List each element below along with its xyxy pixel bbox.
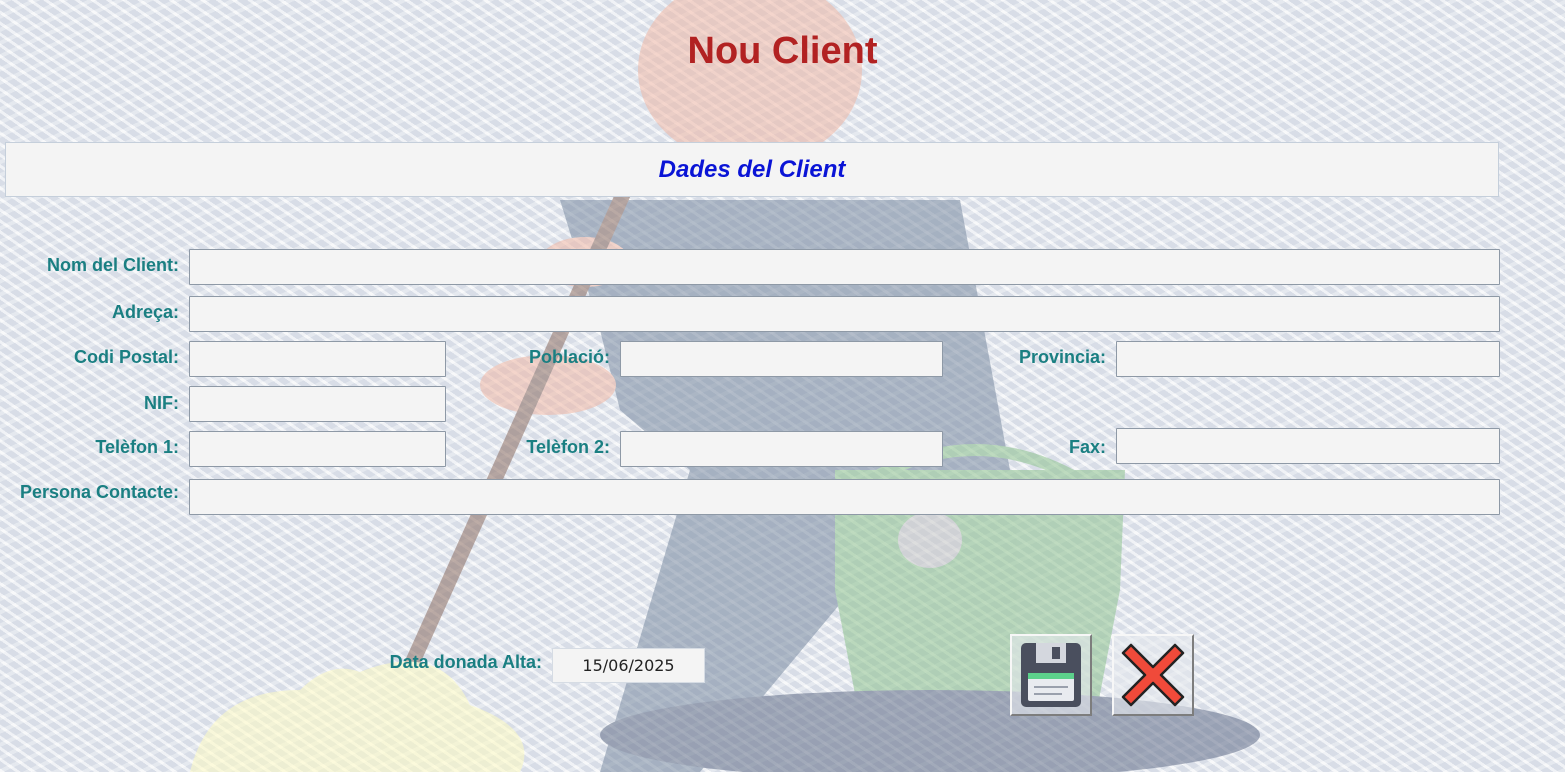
nif-input[interactable] — [189, 386, 446, 422]
label-data-alta: Data donada Alta: — [389, 652, 542, 672]
data-alta-value: 15/06/2025 — [582, 656, 675, 675]
label-provincia: Provincia: — [1018, 347, 1106, 367]
persona-contacte-input[interactable] — [189, 479, 1500, 515]
floppy-disk-icon — [1021, 643, 1081, 707]
fax-input[interactable] — [1116, 428, 1500, 464]
data-alta-field[interactable]: 15/06/2025 — [552, 648, 705, 683]
section-title: Dades del Client — [658, 155, 846, 183]
telefon-2-input[interactable] — [620, 431, 943, 467]
label-persona-contacte: Persona Contacte: — [19, 482, 179, 502]
label-telefon-1: Telèfon 1: — [95, 437, 179, 457]
label-codi-postal: Codi Postal: — [73, 347, 179, 367]
telefon-1-input[interactable] — [189, 431, 446, 467]
save-button[interactable] — [1010, 634, 1092, 716]
page-title: Nou Client — [687, 30, 878, 72]
label-adreca: Adreça: — [111, 302, 179, 322]
label-nif: NIF: — [144, 393, 179, 413]
label-poblacio: Població: — [528, 347, 610, 367]
label-telefon-2: Telèfon 2: — [526, 437, 610, 457]
label-fax: Fax: — [1068, 437, 1106, 457]
red-x-icon — [1121, 643, 1185, 707]
poblacio-input[interactable] — [620, 341, 943, 377]
adreca-input[interactable] — [189, 296, 1500, 332]
section-header: Dades del Client — [5, 142, 1499, 197]
nom-client-input[interactable] — [189, 249, 1500, 285]
label-nom-client: Nom del Client: — [46, 255, 179, 275]
cancel-button[interactable] — [1112, 634, 1194, 716]
provincia-input[interactable] — [1116, 341, 1500, 377]
codi-postal-input[interactable] — [189, 341, 446, 377]
